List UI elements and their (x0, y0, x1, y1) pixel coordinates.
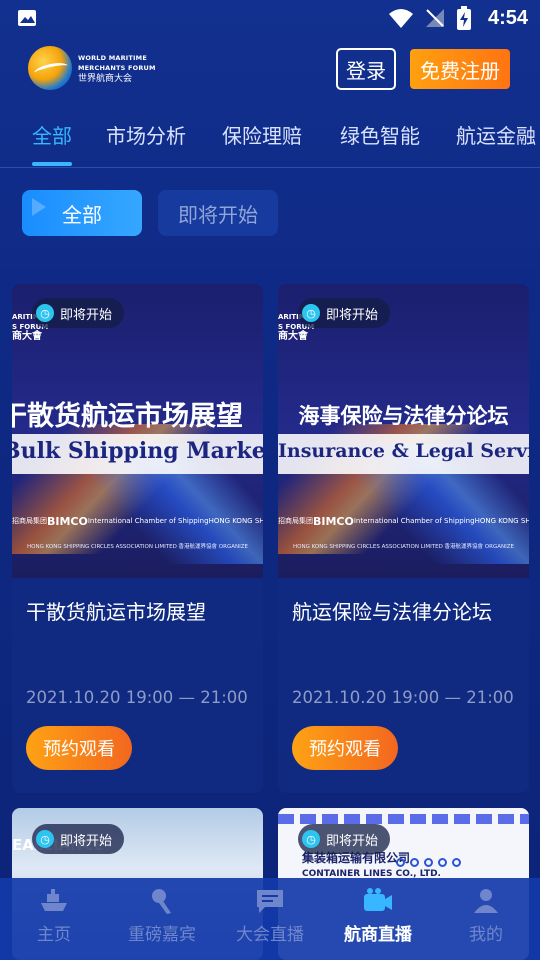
active-tab-indicator (32, 162, 72, 166)
poster-title-cn: 干散货航运市场展望 (12, 401, 243, 432)
event-card[interactable]: ARITIME S FORUM 商大會 海事保险与法律分论坛 Insurance… (278, 284, 529, 793)
nav-me[interactable]: 我的 (432, 878, 540, 960)
logo-en-line2: MERCHANTS FORUM (78, 63, 156, 72)
poster-title-cn: 海事保险与法律分论坛 (298, 403, 509, 428)
clock-icon: ◷ (36, 830, 54, 848)
battery-charging-icon (456, 6, 471, 30)
video-camera-icon (361, 886, 395, 916)
login-button[interactable]: 登录 (336, 48, 396, 90)
app-screen: 4:54 WORLD MARITIME MERCHANTS FORUM 世界航商… (0, 0, 540, 960)
event-time: 2021.10.20 19:00 — 21:00 (26, 688, 248, 707)
status-badge: ◷ 即将开始 (32, 298, 125, 328)
wifi-icon (388, 9, 413, 28)
bottom-navigation: 主页 重磅嘉宾 大会直播 航商直播 我的 (0, 878, 540, 960)
tab-all[interactable]: 全部 (32, 120, 72, 149)
filter-all-button[interactable]: 全部 (22, 190, 142, 236)
reserve-button[interactable]: 预约观看 (292, 726, 398, 770)
nav-home[interactable]: 主页 (0, 878, 108, 960)
play-icon (32, 198, 46, 216)
signal-off-icon (425, 9, 444, 27)
nav-merchant-live[interactable]: 航商直播 (324, 878, 432, 960)
status-bar: 4:54 (0, 0, 540, 36)
app-header: WORLD MARITIME MERCHANTS FORUM 世界航商大会 登录… (0, 40, 540, 100)
user-icon (469, 886, 503, 916)
logo-globe-icon (28, 46, 72, 90)
logo-en-line1: WORLD MARITIME (78, 53, 147, 62)
ship-icon (37, 886, 71, 916)
chat-icon (253, 886, 287, 916)
tab-market-analysis[interactable]: 市场分析 (106, 120, 186, 149)
event-title: 干散货航运市场展望 (26, 600, 206, 624)
status-badge: ◷ 即将开始 (298, 824, 391, 854)
logo-cn: 世界航商大会 (78, 73, 133, 84)
tab-green-smart[interactable]: 绿色智能 (340, 120, 420, 149)
tab-insurance[interactable]: 保险理赔 (222, 120, 302, 149)
image-icon (18, 10, 36, 26)
poster-title-en: Insurance & Legal Service (278, 434, 529, 474)
poster-sponsors-line2: HONG KONG SHIPPING CIRCLES ASSOCIATION L… (27, 544, 248, 550)
forum-logo[interactable]: WORLD MARITIME MERCHANTS FORUM 世界航商大会 (28, 46, 156, 90)
poster-sponsors-line2: HONG KONG SHIPPING CIRCLES ASSOCIATION L… (293, 544, 514, 550)
microphone-icon (145, 886, 179, 916)
poster-sponsors: 招商局集团 BIMCO International Chamber of Shi… (278, 514, 529, 528)
tab-shipping-finance[interactable]: 航运金融 (456, 120, 536, 149)
poster-sponsors: 招商局集团 BIMCO International Chamber of Shi… (12, 514, 263, 528)
event-poster: ARITIME S FORUM 商大會 干散货航运市场展望 Bulk Shipp… (12, 284, 263, 578)
filter-upcoming-button[interactable]: 即将开始 (158, 190, 278, 236)
status-badge: ◷ 即将开始 (298, 298, 391, 328)
filter-upcoming-label: 即将开始 (178, 202, 258, 227)
category-tabs: 全部 市场分析 保险理赔 绿色智能 航运金融 (0, 112, 540, 168)
reserve-button[interactable]: 预约观看 (26, 726, 132, 770)
poster-dots (396, 858, 461, 867)
clock-icon: ◷ (302, 830, 320, 848)
event-time: 2021.10.20 19:00 — 21:00 (292, 688, 514, 707)
status-badge: ◷ 即将开始 (32, 824, 125, 854)
filter-all-label: 全部 (62, 202, 102, 227)
clock-icon: ◷ (36, 304, 54, 322)
event-title: 航运保险与法律分论坛 (292, 600, 492, 624)
register-button[interactable]: 免费注册 (410, 49, 510, 89)
nav-guests[interactable]: 重磅嘉宾 (108, 878, 216, 960)
event-card[interactable]: ARITIME S FORUM 商大會 干散货航运市场展望 Bulk Shipp… (12, 284, 263, 793)
nav-conference-live[interactable]: 大会直播 (216, 878, 324, 960)
event-poster: ARITIME S FORUM 商大會 海事保险与法律分论坛 Insurance… (278, 284, 529, 578)
poster-title-en: Bulk Shipping Market Outlook (12, 434, 263, 474)
clock-icon: ◷ (302, 304, 320, 322)
status-time: 4:54 (487, 6, 528, 29)
